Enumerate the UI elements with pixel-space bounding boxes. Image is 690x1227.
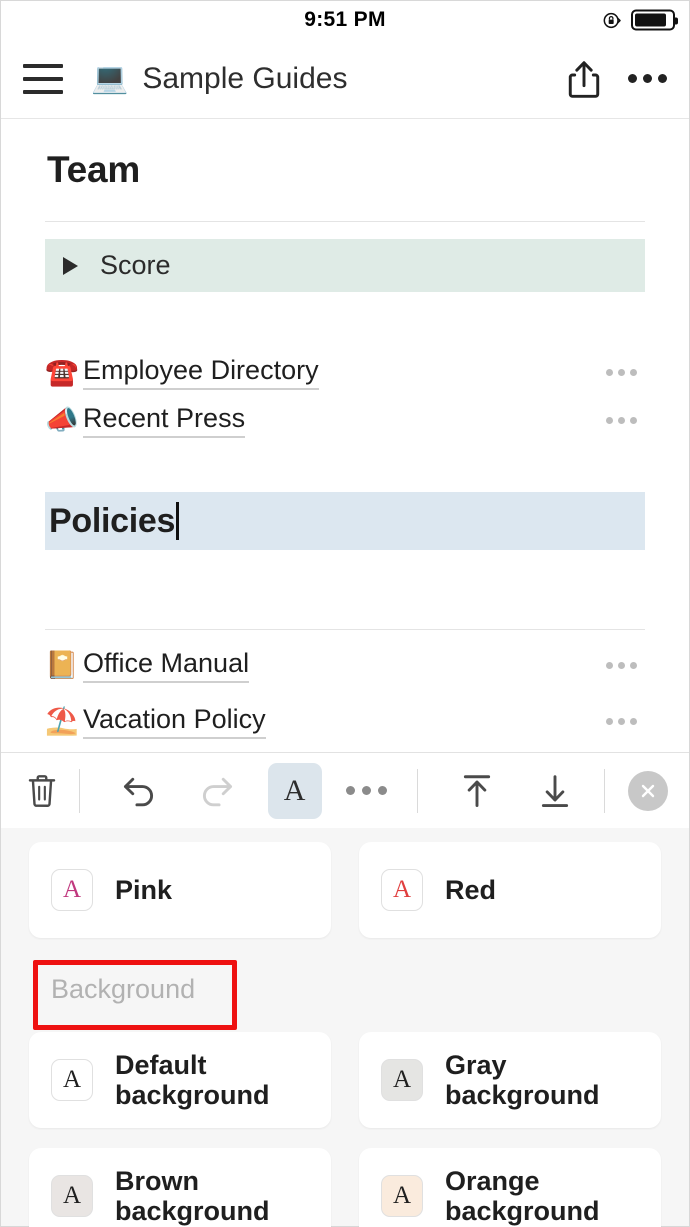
nav-actions [566, 59, 667, 99]
letter-a-swatch-icon: A [51, 1175, 93, 1217]
more-format-button[interactable] [340, 763, 394, 819]
color-picker-sheet: A Pink A Red Background A Default backgr… [1, 828, 689, 1227]
row-more-options-icon[interactable] [606, 717, 637, 725]
row-more-options-icon[interactable] [606, 368, 637, 376]
more-options-icon[interactable] [628, 74, 667, 83]
share-icon[interactable] [566, 59, 602, 99]
divider [45, 221, 645, 222]
letter-a-icon: A [283, 773, 306, 807]
background-option-default[interactable]: A Default background [29, 1032, 331, 1128]
background-option-label: Default background [115, 1049, 270, 1110]
letter-a-swatch-icon: A [381, 1175, 423, 1217]
letter-a-swatch-icon: A [381, 869, 423, 911]
status-time: 9:51 PM [304, 8, 386, 31]
list-item[interactable]: ⛱️ Vacation Policy [45, 697, 645, 745]
more-horizontal-icon [345, 786, 387, 795]
row-more-options-icon[interactable] [606, 661, 637, 669]
arrow-down-to-line-icon [542, 774, 569, 807]
page-link-label[interactable]: Office Manual [83, 648, 250, 683]
background-option-label: Gray background [445, 1049, 600, 1110]
document-emoji-icon: 💻 [91, 61, 129, 95]
battery-fill [635, 13, 666, 27]
background-color-options: A Default background A Gray background A… [29, 1032, 661, 1227]
format-toolbar: A [1, 752, 689, 828]
redo-icon [202, 777, 232, 806]
page-content: Team Score ☎️ Employee Directory 📣 Recen… [1, 119, 689, 752]
toggle-block-score[interactable]: Score [45, 239, 645, 292]
page-link-label[interactable]: Employee Directory [83, 355, 319, 390]
close-button[interactable] [621, 763, 675, 819]
indent-button[interactable] [528, 763, 582, 819]
outdent-button[interactable] [450, 763, 504, 819]
status-bar: 9:51 PM [1, 1, 689, 39]
battery-icon [631, 9, 678, 31]
toolbar-separator [604, 768, 606, 813]
background-section-header: Background [29, 960, 661, 1030]
toolbar-separator [417, 768, 419, 813]
list-item[interactable]: ☎️ Employee Directory [45, 348, 645, 396]
divider [45, 629, 645, 630]
close-icon [641, 784, 655, 797]
letter-a-swatch-icon: A [51, 869, 93, 911]
arrow-up-to-line-icon [464, 774, 491, 807]
selected-heading-text: Policies [49, 501, 176, 540]
letter-a-swatch-icon: A [51, 1059, 93, 1101]
delete-button[interactable] [15, 763, 69, 819]
color-option-red[interactable]: A Red [359, 842, 661, 938]
text-color-options: A Pink A Red [29, 842, 661, 938]
color-option-label: Red [445, 874, 497, 905]
row-more-options-icon[interactable] [606, 416, 637, 424]
notebook-icon: 📔 [45, 649, 79, 680]
document-title: Sample Guides [142, 61, 348, 95]
undo-icon [123, 777, 153, 806]
background-option-brown[interactable]: A Brown background [29, 1148, 331, 1227]
section-title: Background [51, 974, 196, 1004]
nav-bar: 💻 Sample Guides [1, 39, 689, 119]
megaphone-icon: 📣 [45, 404, 79, 435]
letter-a-swatch-icon: A [381, 1059, 423, 1101]
telephone-icon: ☎️ [45, 356, 79, 387]
background-option-orange[interactable]: A Orange background [359, 1148, 661, 1227]
background-option-label: Orange background [445, 1165, 600, 1226]
undo-button[interactable] [112, 763, 166, 819]
background-option-gray[interactable]: A Gray background [359, 1032, 661, 1128]
toolbar-separator [78, 768, 80, 813]
hamburger-menu-icon[interactable] [23, 63, 63, 94]
list-item[interactable]: 📔 Office Manual [45, 641, 645, 689]
text-caret [176, 502, 180, 540]
color-option-label: Pink [115, 874, 173, 905]
page-link-label[interactable]: Vacation Policy [83, 704, 266, 739]
beach-umbrella-icon: ⛱️ [45, 705, 79, 736]
close-circle-icon [628, 770, 669, 811]
toggle-block-label: Score [100, 250, 171, 280]
rotation-lock-icon [603, 12, 621, 28]
triangle-right-icon[interactable] [63, 256, 78, 275]
background-option-label: Brown background [115, 1165, 270, 1226]
selected-heading-block[interactable]: Policies [45, 492, 645, 550]
redo-button[interactable] [190, 763, 244, 819]
page-title: Team [47, 149, 141, 190]
trash-icon [28, 774, 56, 807]
list-item[interactable]: 📣 Recent Press [45, 396, 645, 444]
color-option-pink[interactable]: A Pink [29, 842, 331, 938]
text-format-button[interactable]: A [267, 762, 322, 819]
status-indicators [602, 9, 678, 31]
page-link-label[interactable]: Recent Press [83, 403, 246, 438]
app-root: 9:51 PM 💻 Sample Guides Team Score ☎️ Em… [0, 0, 690, 1227]
